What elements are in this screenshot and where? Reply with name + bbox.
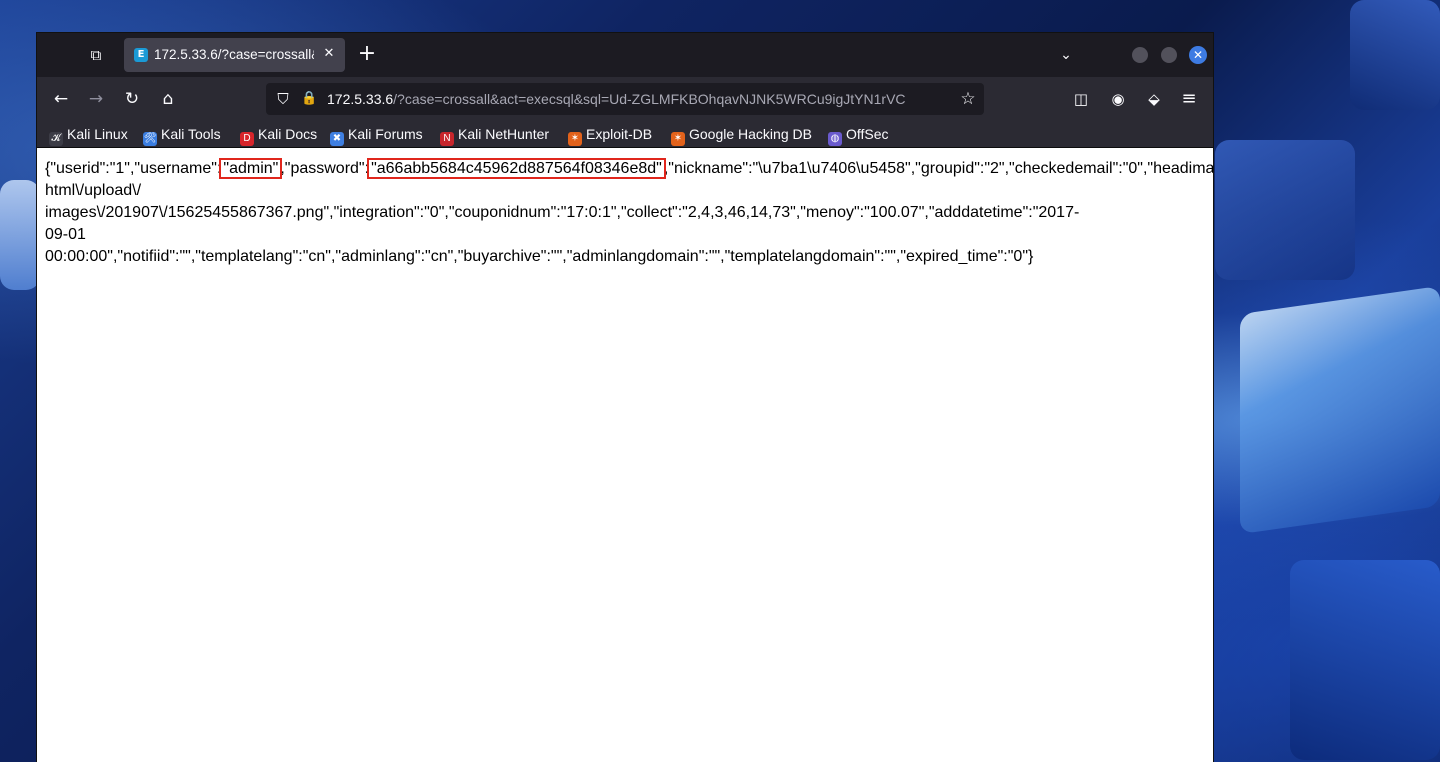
nethunter-icon: N (440, 132, 454, 146)
firefox-view-icon[interactable]: ⧉ (87, 46, 105, 64)
bookmark-label: Exploit-DB (586, 126, 653, 142)
wallpaper-cube (0, 180, 40, 290)
exploit-db-icon: ✶ (568, 132, 582, 146)
wallpaper-cube (1240, 285, 1440, 535)
bookmark-kali-tools[interactable]: 🛠 Kali Tools (143, 124, 221, 146)
bookmark-label: OffSec (846, 126, 889, 142)
bookmark-label: Kali Forums (348, 126, 423, 142)
pocket-icon[interactable]: ◫ (1070, 88, 1092, 110)
json-text: ,"nickname":"\u7ba1\u7406\u5458","groupi… (663, 160, 1213, 177)
json-line-1: {"userid":"1","username": "admin" ,"passwo… (45, 158, 1213, 180)
bookmark-kali-forums[interactable]: ✖ Kali Forums (330, 124, 423, 146)
account-icon[interactable]: ◉ (1107, 88, 1129, 110)
hamburger-menu-icon[interactable]: ≡ (1178, 88, 1200, 110)
window-maximize-button[interactable] (1161, 47, 1177, 63)
forward-arrow-icon[interactable]: → (85, 88, 107, 110)
extensions-icon[interactable]: ⬙ (1143, 88, 1165, 110)
url-text[interactable]: 172.5.33.6/?case=crossall&act=execsql&sq… (327, 91, 957, 107)
bookmark-kali-linux[interactable]: 𝓚 Kali Linux (49, 124, 128, 146)
tab-active[interactable]: E 172.5.33.6/?case=crossall&act=execsql … (124, 38, 345, 72)
kali-forums-icon: ✖ (330, 132, 344, 146)
bookmark-label: Kali Linux (67, 126, 128, 142)
bookmark-label: Kali Docs (258, 126, 318, 142)
bookmark-label: Kali NetHunter (458, 126, 550, 142)
bookmark-offsec[interactable]: ◍ OffSec (828, 124, 889, 146)
home-icon[interactable]: ⌂ (157, 88, 179, 110)
tab-close-icon[interactable]: ✕ (321, 46, 337, 62)
url-path: /?case=crossall&act=execsql&sql=Ud-ZGLMF… (393, 91, 906, 107)
window-close-icon[interactable]: ✕ (1189, 46, 1207, 64)
highlighted-username: "admin" (219, 158, 283, 179)
reload-icon[interactable]: ↻ (121, 88, 143, 110)
kali-docs-icon: D (240, 132, 254, 146)
window-minimize-button[interactable] (1132, 47, 1148, 63)
page-content: {"userid":"1","username": "admin" ,"passwo… (37, 148, 1213, 762)
json-line-2: html\/upload\/ (45, 182, 142, 199)
json-text: {"userid":"1","username": (45, 160, 222, 177)
site-favicon-icon: E (134, 48, 148, 62)
kali-dragon-icon: 𝓚 (49, 132, 63, 146)
bookmark-google-hacking-db[interactable]: ✶ Google Hacking DB (671, 124, 812, 146)
bookmark-label: Google Hacking DB (689, 126, 812, 142)
insecure-lock-icon[interactable]: 🔒 (301, 90, 317, 108)
tracking-shield-icon[interactable]: ⛉ (274, 90, 292, 108)
offsec-icon: ◍ (828, 132, 842, 146)
back-arrow-icon[interactable]: ← (50, 88, 72, 110)
kali-tools-icon: 🛠 (143, 132, 157, 146)
json-line-4: 09-01 (45, 226, 86, 243)
chevron-down-icon[interactable]: ⌄ (1056, 45, 1076, 65)
browser-window: ⧉ E 172.5.33.6/?case=crossall&act=execsq… (37, 33, 1213, 762)
bookmark-kali-docs[interactable]: D Kali Docs (240, 124, 318, 146)
new-tab-icon[interactable]: + (356, 43, 378, 66)
bookmark-label: Kali Tools (161, 126, 221, 142)
bookmark-star-icon[interactable]: ☆ (958, 89, 978, 109)
ghdb-icon: ✶ (671, 132, 685, 146)
bookmark-exploit-db[interactable]: ✶ Exploit-DB (568, 124, 653, 146)
bookmark-kali-nethunter[interactable]: N Kali NetHunter (440, 124, 550, 146)
url-bar[interactable]: ⛉ 🔒 172.5.33.6/?case=crossall&act=execsq… (266, 83, 984, 115)
highlighted-password-hash: "a66abb5684c45962d887564f08346e8d" (367, 158, 666, 179)
wallpaper-cube (1215, 140, 1355, 280)
json-text: ,"password": (280, 160, 370, 177)
wallpaper-cube (1290, 560, 1440, 760)
wallpaper-cube (1350, 0, 1440, 110)
json-line-3: images\/201907\/15625455867367.png","int… (45, 204, 1080, 221)
tab-title: 172.5.33.6/?case=crossall&act=execsql (154, 47, 314, 62)
json-line-5: 00:00:00","notifiid":"","templatelang":"… (45, 248, 1034, 265)
bookmarks-toolbar: 𝓚 Kali Linux 🛠 Kali Tools D Kali Docs ✖ Kali… (37, 121, 1213, 148)
navigation-toolbar: ← → ↻ ⌂ ⛉ 🔒 172.5.33.6/?case=crossall&ac… (37, 77, 1213, 121)
tab-bar: ⧉ E 172.5.33.6/?case=crossall&act=execsq… (37, 33, 1213, 77)
url-host: 172.5.33.6 (327, 91, 394, 107)
